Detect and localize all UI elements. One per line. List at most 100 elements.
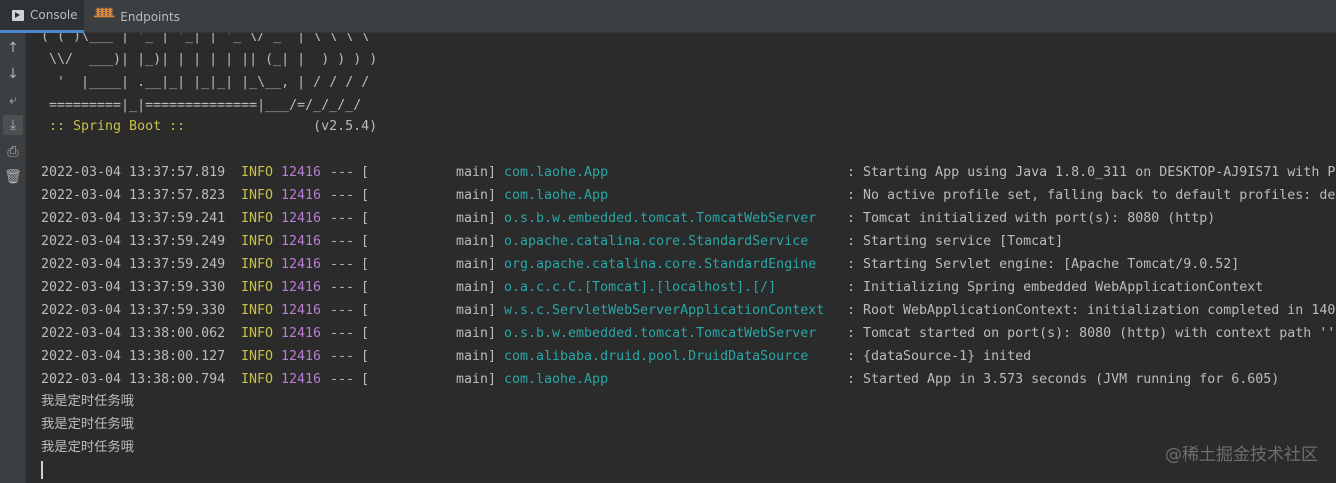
log-level: INFO (241, 234, 274, 249)
log-logger[interactable]: o.s.b.w.embedded.tomcat.TomcatWebServer (504, 322, 816, 345)
log-message: : Tomcat initialized with port(s): 8080 … (847, 211, 1216, 226)
log-logger[interactable]: com.laohe.App (504, 161, 608, 184)
log-line: 2022-03-04 13:37:59.249 INFO 12416 --- [main… (41, 253, 1336, 276)
log-pid: 12416 (281, 165, 322, 180)
log-pid: 12416 (281, 303, 322, 318)
log-separator: --- (330, 303, 355, 318)
banner-line: ' |____| .__|_| |_|_| |_\__, | / / / / (41, 75, 370, 90)
log-line: 2022-03-04 13:37:59.241 INFO 12416 --- [main… (41, 207, 1336, 230)
log-timestamp: 2022-03-04 13:37:59.330 (41, 280, 226, 295)
log-level: INFO (241, 372, 274, 387)
tab-endpoints[interactable]: ᚙ Endpoints (88, 0, 184, 33)
log-level: INFO (241, 303, 274, 318)
log-bracket: [ (361, 211, 370, 226)
log-separator: --- (330, 280, 355, 295)
log-bracket: [ (361, 326, 370, 341)
scroll-to-end-icon[interactable]: ⤓ (3, 115, 23, 135)
log-message: : Starting App using Java 1.8.0_311 on D… (847, 165, 1336, 180)
tab-console-label: Console (30, 8, 78, 22)
log-timestamp: 2022-03-04 13:38:00.127 (41, 349, 226, 364)
log-pid: 12416 (281, 188, 322, 203)
log-pid: 12416 (281, 257, 322, 272)
log-separator: --- (330, 234, 355, 249)
log-separator: --- (330, 211, 355, 226)
banner-line: \\/ ___)| |_)| | | | | || (_| | ) ) ) ) (41, 52, 378, 67)
spring-boot-line: :: Spring Boot :: (v2.5.4) (41, 115, 377, 138)
log-logger[interactable]: o.apache.catalina.core.StandardService (504, 230, 808, 253)
print-icon[interactable]: ⎙ (3, 142, 23, 162)
tool-window-tabbar: Console ᚙ Endpoints (0, 0, 1336, 33)
log-separator: --- (330, 188, 355, 203)
log-bracket: [ (361, 280, 370, 295)
log-level: INFO (241, 188, 274, 203)
log-bracket: [ (361, 257, 370, 272)
log-level: INFO (241, 326, 274, 341)
log-timestamp: 2022-03-04 13:37:59.241 (41, 211, 226, 226)
log-line: 2022-03-04 13:37:59.249 INFO 12416 --- [main… (41, 230, 1336, 253)
log-message: : No active profile set, falling back to… (847, 188, 1336, 203)
log-logger[interactable]: com.alibaba.druid.pool.DruidDataSource (504, 345, 808, 368)
log-logger[interactable]: o.a.c.c.C.[Tomcat].[localhost].[/] (504, 276, 776, 299)
arrow-down-icon[interactable]: ↓ (3, 64, 23, 84)
arrow-up-icon[interactable]: ↑ (3, 38, 23, 58)
banner-line: =========|_|==============|___/=/_/_/_/ (41, 98, 362, 113)
console-icon (12, 9, 24, 21)
log-timestamp: 2022-03-04 13:38:00.062 (41, 326, 226, 341)
log-pid: 12416 (281, 211, 322, 226)
log-separator: --- (330, 257, 355, 272)
log-pid: 12416 (281, 234, 322, 249)
log-logger[interactable]: org.apache.catalina.core.StandardEngine (504, 253, 816, 276)
log-level: INFO (241, 280, 274, 295)
log-separator: --- (330, 326, 355, 341)
tab-console[interactable]: Console (0, 0, 84, 33)
log-bracket: [ (361, 303, 370, 318)
log-line: 2022-03-04 13:38:00.127 INFO 12416 --- [main… (41, 345, 1336, 368)
log-timestamp: 2022-03-04 13:37:59.249 (41, 234, 226, 249)
log-message: : Starting service [Tomcat] (847, 234, 1064, 249)
log-logger[interactable]: w.s.c.ServletWebServerApplicationContext (504, 299, 824, 322)
log-message: : Tomcat started on port(s): 8080 (http)… (847, 326, 1336, 341)
log-thread: main] (456, 280, 497, 295)
log-message: : Starting Servlet engine: [Apache Tomca… (847, 257, 1240, 272)
log-line: 2022-03-04 13:37:57.819 INFO 12416 --- [main… (41, 161, 1336, 184)
log-logger[interactable]: com.laohe.App (504, 184, 608, 207)
log-timestamp: 2022-03-04 13:37:57.823 (41, 188, 226, 203)
log-pid: 12416 (281, 372, 322, 387)
soft-wrap-icon[interactable]: ⤶ (3, 90, 23, 110)
task-line: 我是定时任务哦 (41, 417, 135, 432)
console-toolbar: ↑ ↓ ⤶ ⤓ ⎙ 🗑 (0, 33, 26, 483)
log-pid: 12416 (281, 326, 322, 341)
log-message: : Root WebApplicationContext: initializa… (847, 303, 1336, 318)
log-bracket: [ (361, 234, 370, 249)
log-bracket: [ (361, 349, 370, 364)
console-output[interactable]: ( ( )\___ | '_ | '_| | '_ \/ _` | \ \ \ … (26, 33, 1336, 483)
log-thread: main] (456, 211, 497, 226)
task-line: 我是定时任务哦 (41, 440, 135, 455)
task-line: 我是定时任务哦 (41, 394, 135, 409)
spring-label: :: Spring Boot :: (41, 119, 194, 134)
log-message: : Started App in 3.573 seconds (JVM runn… (847, 372, 1280, 387)
log-line: 2022-03-04 13:37:59.330 INFO 12416 --- [ main… (41, 276, 1336, 299)
tab-endpoints-label: Endpoints (120, 9, 180, 24)
log-bracket: [ (361, 165, 370, 180)
log-pid: 12416 (281, 280, 322, 295)
trash-icon[interactable]: 🗑 (3, 167, 23, 187)
spring-version: (v2.5.4) (313, 119, 378, 134)
log-line: 2022-03-04 13:37:57.823 INFO 12416 --- [main… (41, 184, 1336, 207)
log-logger[interactable]: o.s.b.w.embedded.tomcat.TomcatWebServer (504, 207, 816, 230)
log-thread: main] (456, 188, 497, 203)
log-level: INFO (241, 257, 274, 272)
log-logger[interactable]: com.laohe.App (504, 368, 608, 391)
log-line: 2022-03-04 13:37:59.330 INFO 12416 --- [main… (41, 299, 1336, 322)
log-separator: --- (330, 372, 355, 387)
log-message: : Initializing Spring embedded WebApplic… (847, 280, 1264, 295)
log-thread: main] (456, 303, 497, 318)
log-line: 2022-03-04 13:38:00.062 INFO 12416 --- [ main… (41, 322, 1336, 345)
log-level: INFO (241, 165, 274, 180)
log-timestamp: 2022-03-04 13:37:57.819 (41, 165, 226, 180)
log-pid: 12416 (281, 349, 322, 364)
log-separator: --- (330, 349, 355, 364)
log-thread: main] (456, 326, 497, 341)
log-level: INFO (241, 349, 274, 364)
log-thread: main] (456, 257, 497, 272)
